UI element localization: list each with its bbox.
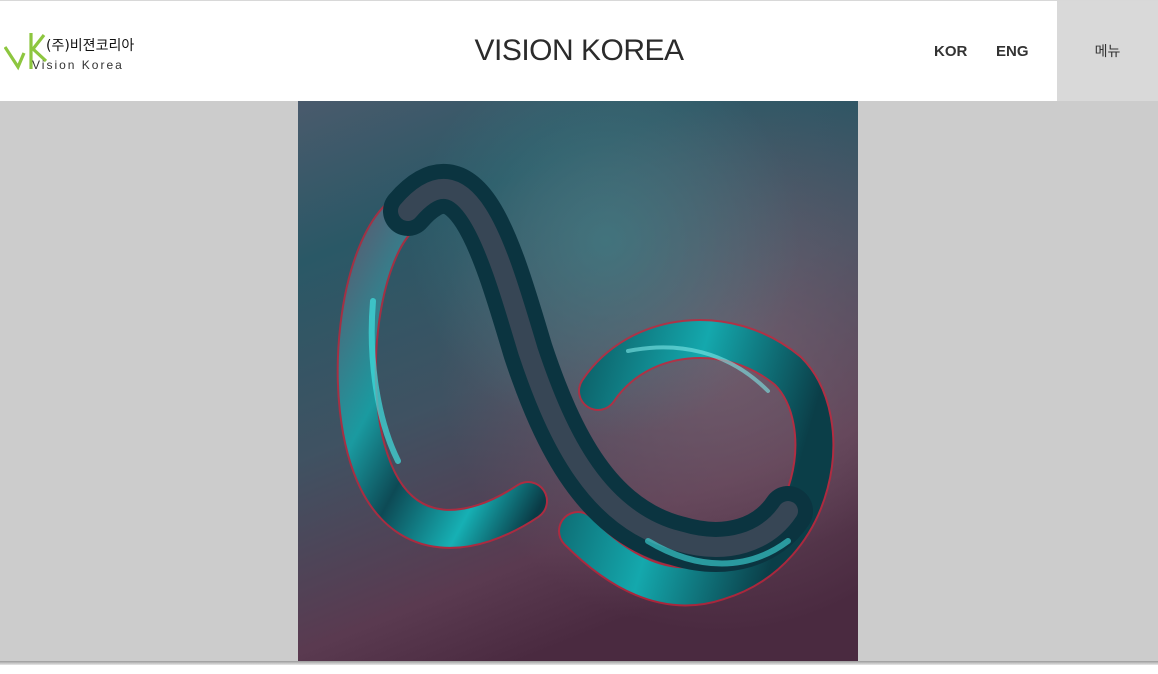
main-content: [0, 101, 1158, 661]
site-header: (주)비젼코리아 Vision Korea VISION KOREA KOR E…: [0, 1, 1158, 101]
lang-kor-link[interactable]: KOR: [934, 43, 967, 60]
lang-eng-link[interactable]: ENG: [996, 43, 1029, 60]
hero-image: [298, 101, 858, 661]
bottom-shadow: [0, 661, 1158, 665]
menu-button[interactable]: 메뉴: [1057, 1, 1158, 101]
site-title: VISION KOREA: [474, 34, 684, 67]
infinity-ribbon-image: [298, 101, 858, 661]
